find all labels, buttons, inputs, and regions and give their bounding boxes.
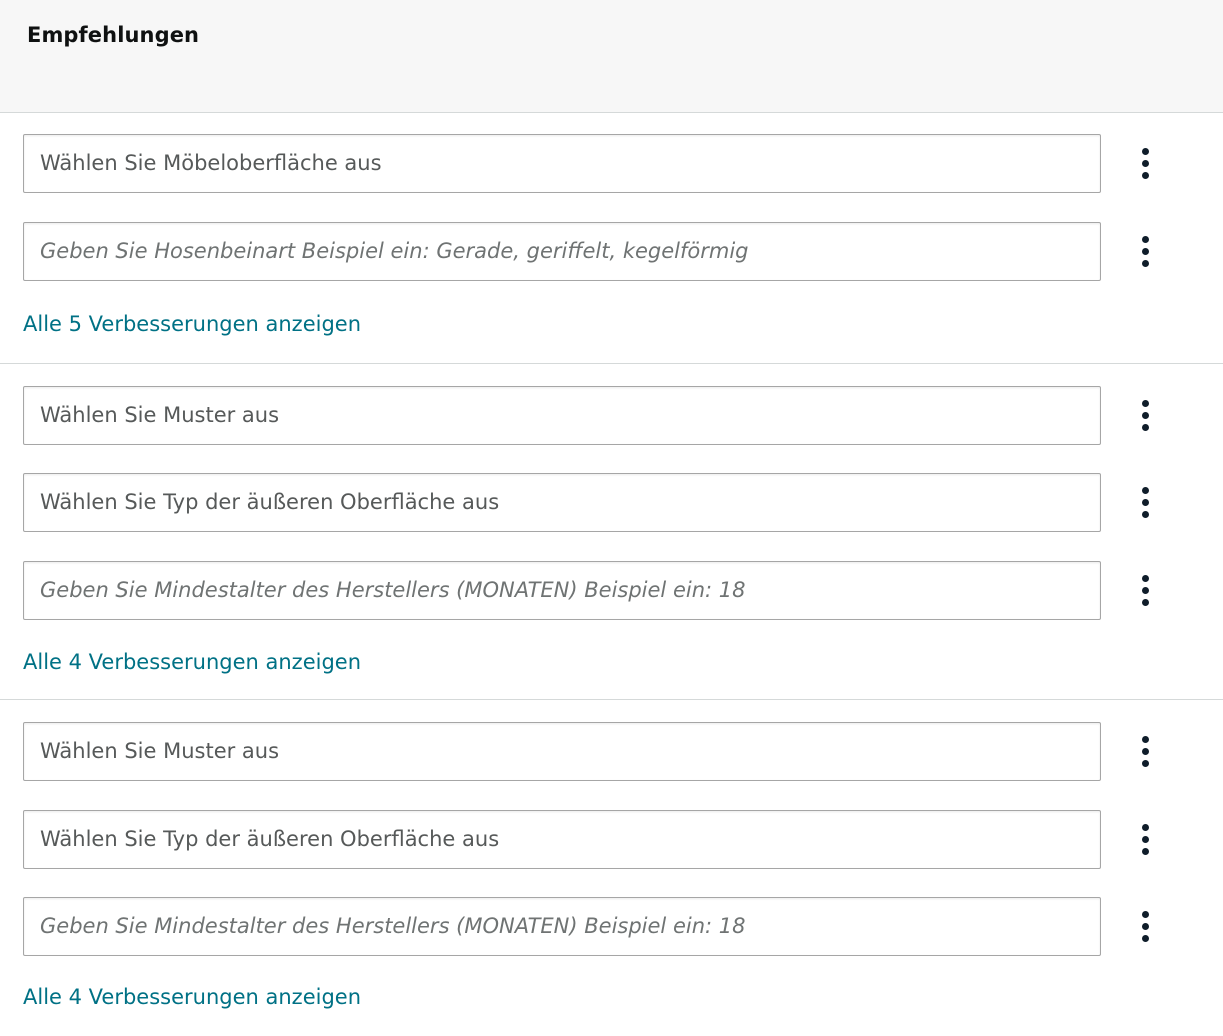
exterior-finish-select[interactable]: Wählen Sie Typ der äußeren Oberfläche au… <box>23 810 1101 869</box>
recommendation-row: Wählen Sie Möbeloberfläche aus <box>23 134 1183 193</box>
field-placeholder: Geben Sie Mindestalter des Herstellers (… <box>40 578 746 602</box>
dot <box>1142 424 1149 431</box>
dot <box>1142 511 1149 518</box>
dot <box>1142 248 1149 255</box>
dot <box>1142 499 1149 506</box>
more-options-icon[interactable] <box>1133 144 1159 184</box>
recommendation-group: Wählen Sie Möbeloberfläche aus Geben Sie… <box>0 113 1223 364</box>
more-options-icon[interactable] <box>1133 396 1159 436</box>
show-all-improvements-link[interactable]: Alle 4 Verbesserungen anzeigen <box>23 985 361 1009</box>
recommendation-row: Wählen Sie Typ der äußeren Oberfläche au… <box>23 810 1183 869</box>
dot <box>1142 848 1149 855</box>
recommendation-row: Wählen Sie Muster aus <box>23 722 1183 781</box>
more-options-icon[interactable] <box>1133 483 1159 523</box>
field-label: Wählen Sie Möbeloberfläche aus <box>40 151 382 175</box>
dot <box>1142 160 1149 167</box>
recommendation-row: Wählen Sie Muster aus <box>23 386 1183 445</box>
field-placeholder: Geben Sie Hosenbeinart Beispiel ein: Ger… <box>40 239 749 263</box>
dot <box>1142 836 1149 843</box>
dot <box>1142 923 1149 930</box>
dot <box>1142 575 1149 582</box>
dot <box>1142 911 1149 918</box>
dot <box>1142 260 1149 267</box>
dot <box>1142 148 1149 155</box>
more-options-icon[interactable] <box>1133 732 1159 772</box>
manufacturer-min-age-input[interactable]: Geben Sie Mindestalter des Herstellers (… <box>23 561 1101 620</box>
pattern-select[interactable]: Wählen Sie Muster aus <box>23 386 1101 445</box>
dot <box>1142 587 1149 594</box>
furniture-finish-select[interactable]: Wählen Sie Möbeloberfläche aus <box>23 134 1101 193</box>
recommendation-group: Wählen Sie Muster aus Wählen Sie Typ der… <box>0 700 1223 1036</box>
dot <box>1142 412 1149 419</box>
more-options-icon[interactable] <box>1133 232 1159 272</box>
panel-header: Empfehlungen <box>0 0 1223 113</box>
leg-style-input[interactable]: Geben Sie Hosenbeinart Beispiel ein: Ger… <box>23 222 1101 281</box>
show-all-improvements-link[interactable]: Alle 5 Verbesserungen anzeigen <box>23 312 361 336</box>
dot <box>1142 487 1149 494</box>
field-label: Wählen Sie Typ der äußeren Oberfläche au… <box>40 490 500 514</box>
more-options-icon[interactable] <box>1133 820 1159 860</box>
dot <box>1142 824 1149 831</box>
field-label: Wählen Sie Muster aus <box>40 403 280 427</box>
recommendation-row: Wählen Sie Typ der äußeren Oberfläche au… <box>23 473 1183 532</box>
field-placeholder: Geben Sie Mindestalter des Herstellers (… <box>40 914 746 938</box>
dot <box>1142 599 1149 606</box>
recommendation-row: Geben Sie Hosenbeinart Beispiel ein: Ger… <box>23 222 1183 281</box>
panel-title: Empfehlungen <box>27 23 200 47</box>
more-options-icon[interactable] <box>1133 907 1159 947</box>
recommendations-panel: Empfehlungen Wählen Sie Möbeloberfläche … <box>0 0 1223 1036</box>
field-label: Wählen Sie Muster aus <box>40 739 280 763</box>
recommendation-row: Geben Sie Mindestalter des Herstellers (… <box>23 897 1183 956</box>
exterior-finish-select[interactable]: Wählen Sie Typ der äußeren Oberfläche au… <box>23 473 1101 532</box>
field-label: Wählen Sie Typ der äußeren Oberfläche au… <box>40 827 500 851</box>
dot <box>1142 172 1149 179</box>
dot <box>1142 236 1149 243</box>
dot <box>1142 760 1149 767</box>
recommendation-row: Geben Sie Mindestalter des Herstellers (… <box>23 561 1183 620</box>
show-all-improvements-link[interactable]: Alle 4 Verbesserungen anzeigen <box>23 650 361 674</box>
dot <box>1142 736 1149 743</box>
manufacturer-min-age-input[interactable]: Geben Sie Mindestalter des Herstellers (… <box>23 897 1101 956</box>
pattern-select[interactable]: Wählen Sie Muster aus <box>23 722 1101 781</box>
more-options-icon[interactable] <box>1133 571 1159 611</box>
dot <box>1142 748 1149 755</box>
dot <box>1142 400 1149 407</box>
recommendation-group: Wählen Sie Muster aus Wählen Sie Typ der… <box>0 364 1223 700</box>
dot <box>1142 935 1149 942</box>
